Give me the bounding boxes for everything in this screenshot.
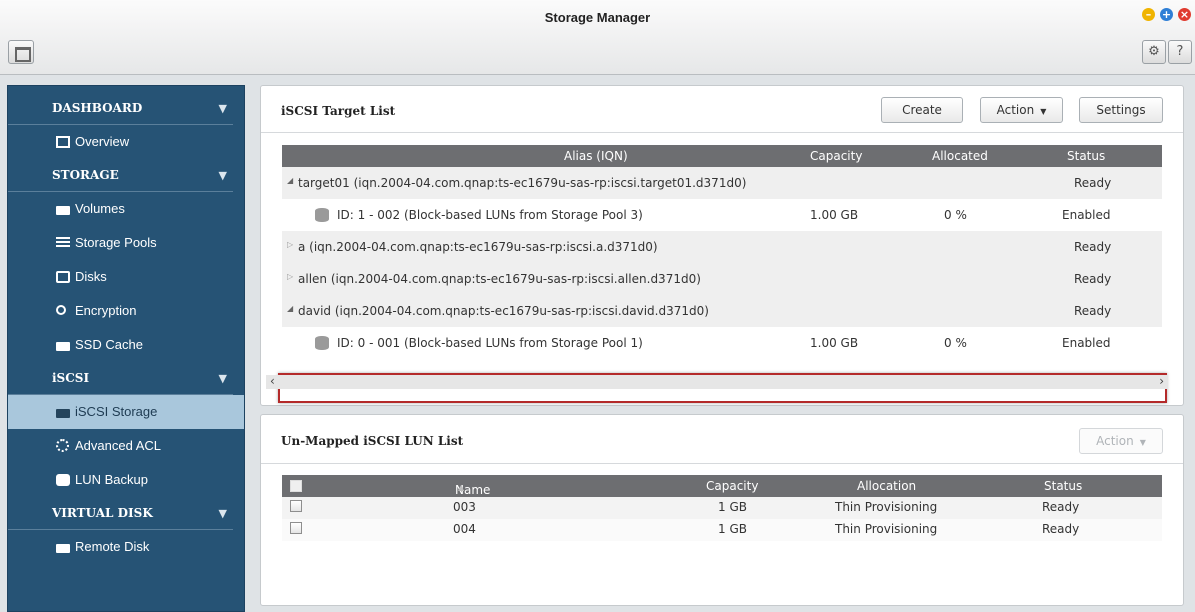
close-icon[interactable]: × [1178,8,1191,21]
database-icon [315,208,329,222]
help-button[interactable]: ? [1168,40,1192,64]
table-row[interactable]: 004 1 GB Thin Provisioning Ready [282,519,1162,541]
settings-button[interactable]: Settings [1079,97,1163,123]
document-icon [56,136,70,148]
sidebar-section-iscsi[interactable]: iSCSI ▼ [8,362,233,395]
column-allocation[interactable]: Allocation [857,479,916,493]
window-title: Storage Manager [544,10,651,25]
row-checkbox[interactable] [290,500,302,512]
minimize-icon[interactable]: – [1142,8,1155,21]
title-bar: Storage Manager – + × ⚙ ? [0,0,1195,75]
collapsed-arrow-icon[interactable]: ▷ [287,272,293,281]
remote-disk-icon [56,544,70,553]
create-button[interactable]: Create [881,97,963,123]
expanded-arrow-icon[interactable]: ◢ [287,304,293,313]
sidebar-item-ssd-cache[interactable]: SSD Cache [8,328,244,362]
table-row[interactable]: ID: 0 - 001 (Block-based LUNs from Stora… [282,327,1162,359]
divider [261,463,1183,464]
maximize-icon[interactable]: + [1160,8,1173,21]
sidebar: DASHBOARD ▼ Overview STORAGE ▼ Volumes S… [7,85,245,612]
sort-asc-icon: ▲ [458,483,465,492]
divider [261,132,1183,133]
table-row[interactable]: ▷ a (iqn.2004-04.com.qnap:ts-ec1679u-sas… [282,231,1162,263]
column-allocated[interactable]: Allocated [932,149,988,163]
sidebar-section-virtual-disk[interactable]: VIRTUAL DISK ▼ [8,497,233,530]
scroll-right-icon[interactable]: › [1159,374,1164,388]
panel-title: Un-Mapped iSCSI LUN List [281,434,464,448]
table-row[interactable]: ◢ david (iqn.2004-04.com.qnap:ts-ec1679u… [282,295,1162,327]
expanded-arrow-icon[interactable]: ◢ [287,176,293,185]
chevron-down-icon: ▼ [218,102,227,115]
table-header: Alias (IQN) Capacity Allocated Status [282,145,1162,167]
table-row[interactable]: ▷ allen (iqn.2004-04.com.qnap:ts-ec1679u… [282,263,1162,295]
sidebar-item-advanced-acl[interactable]: Advanced ACL [8,429,244,463]
table-row[interactable]: ID: 1 - 002 (Block-based LUNs from Stora… [282,199,1162,231]
column-alias[interactable]: Alias (IQN) [564,149,628,163]
unmapped-lun-panel: Un-Mapped iSCSI LUN List Action ▼ Name ▲ C… [260,414,1184,606]
key-icon [56,305,66,315]
lun-table: Name ▲ Capacity Allocation Status 003 1 G… [282,475,1162,541]
target-table: Alias (IQN) Capacity Allocated Status ◢ … [278,145,1167,403]
sidebar-item-remote-disk[interactable]: Remote Disk [8,530,244,564]
caret-down-icon: ▼ [1139,438,1146,447]
disk-icon [56,271,70,283]
chevron-down-icon: ▼ [218,372,227,385]
select-all-checkbox[interactable] [290,480,302,492]
collapsed-arrow-icon[interactable]: ▷ [287,240,293,249]
panel-title: iSCSI Target List [281,104,396,118]
sidebar-item-disks[interactable]: Disks [8,260,244,294]
action-dropdown[interactable]: Action ▼ [1079,428,1163,454]
caret-down-icon: ▼ [1040,107,1047,116]
action-dropdown[interactable]: Action ▼ [980,97,1063,123]
scroll-left-icon[interactable]: ‹ [270,374,275,388]
drive-icon [56,206,70,215]
backup-icon [56,474,70,486]
column-capacity[interactable]: Capacity [810,149,862,163]
sidebar-item-volumes[interactable]: Volumes [8,192,244,226]
pool-icon [56,237,70,247]
sidebar-section-dashboard[interactable]: DASHBOARD ▼ [8,92,233,125]
table-header: Name ▲ Capacity Allocation Status [282,475,1162,497]
chevron-down-icon: ▼ [218,507,227,520]
sidebar-item-storage-pools[interactable]: Storage Pools [8,226,244,260]
sidebar-item-iscsi-storage[interactable]: iSCSI Storage [8,395,244,429]
sidebar-item-lun-backup[interactable]: LUN Backup [8,463,244,497]
gear-icon [56,439,69,452]
sidebar-item-overview[interactable]: Overview [8,125,244,159]
column-capacity[interactable]: Capacity [706,479,758,493]
column-status[interactable]: Status [1044,479,1082,493]
sidebar-toggle-button[interactable] [8,40,34,64]
horizontal-scrollbar[interactable]: ‹ › [266,374,1168,389]
column-status[interactable]: Status [1067,149,1105,163]
database-icon [315,336,329,350]
chevron-down-icon: ▼ [218,169,227,182]
table-row[interactable]: 003 1 GB Thin Provisioning Ready [282,497,1162,519]
gear-icon[interactable]: ⚙ [1142,40,1166,64]
sidebar-item-encryption[interactable]: Encryption [8,294,244,328]
sidebar-section-storage[interactable]: STORAGE ▼ [8,159,233,192]
table-row[interactable]: ◢ target01 (iqn.2004-04.com.qnap:ts-ec16… [282,167,1162,199]
drive-icon [56,409,70,418]
drive-icon [56,342,70,351]
row-checkbox[interactable] [290,522,302,534]
iscsi-target-panel: iSCSI Target List Create Action ▼ Setting… [260,85,1184,406]
